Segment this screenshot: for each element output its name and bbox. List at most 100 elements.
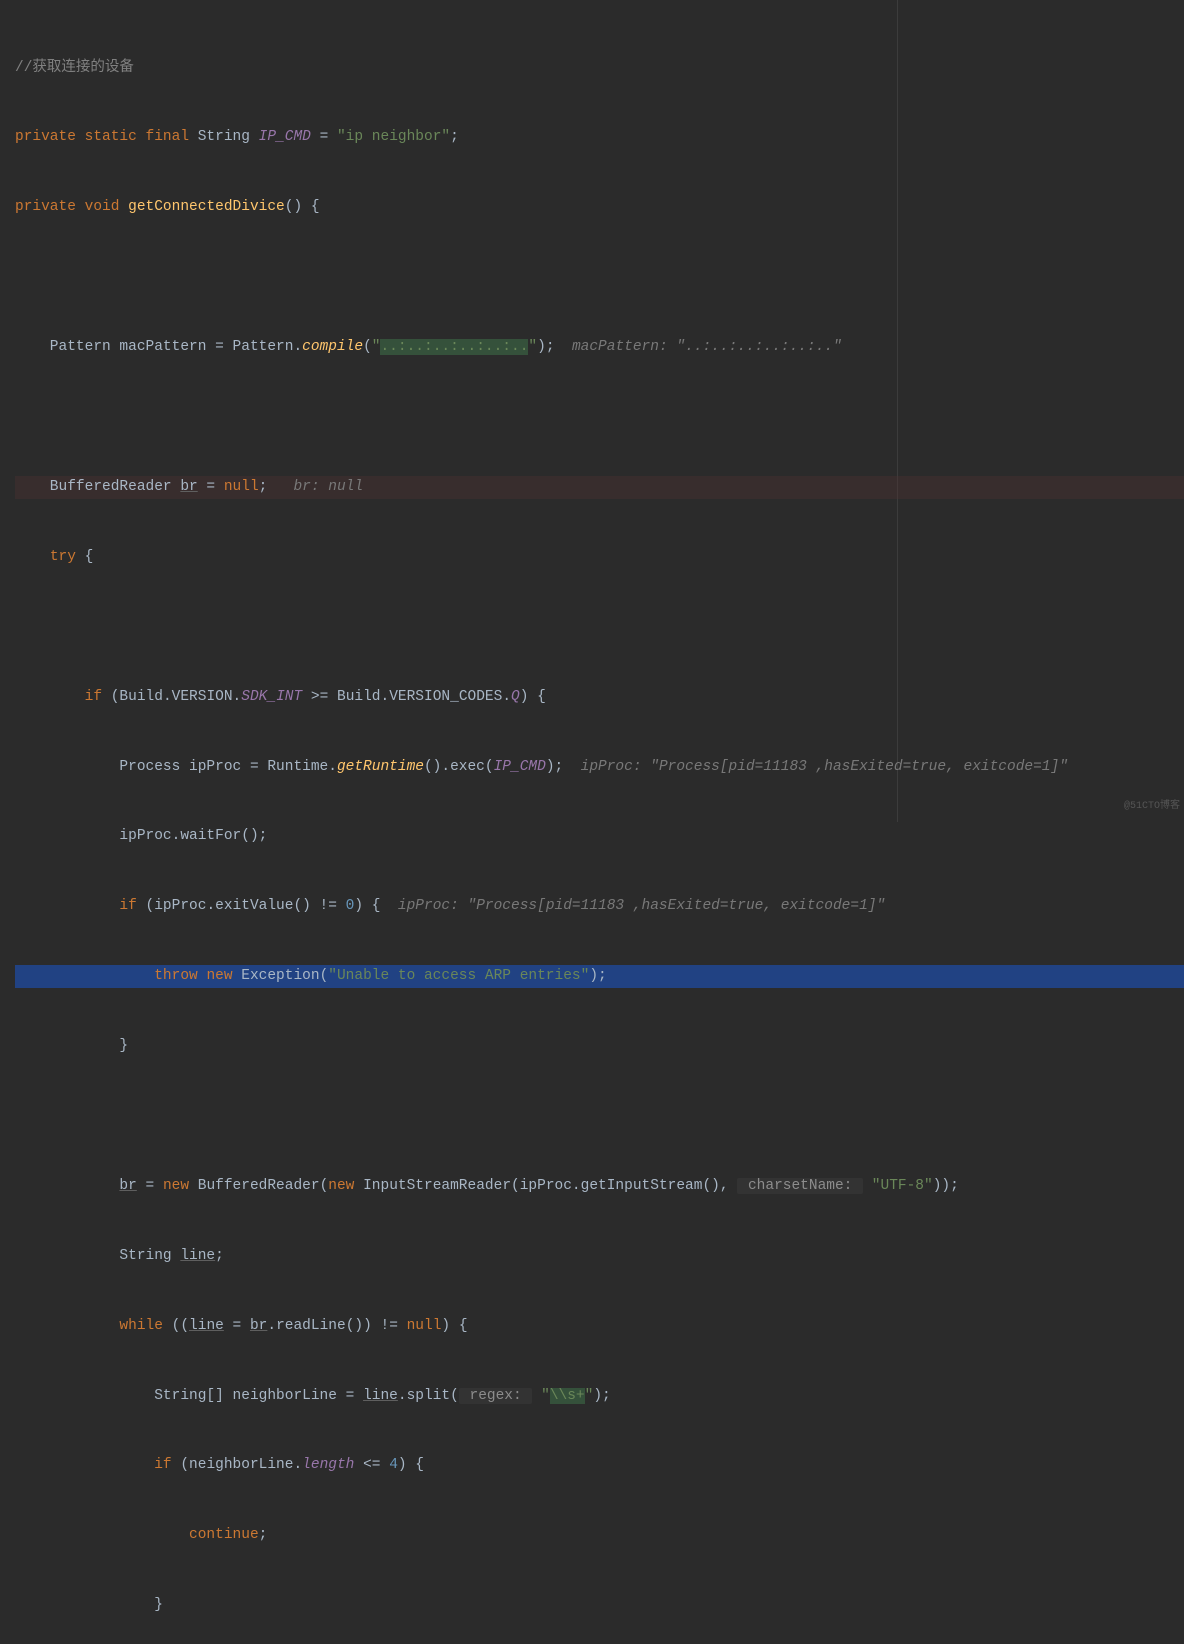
code-line[interactable]: if (neighborLine.length <= 4) { [15,1454,1184,1477]
code-token [15,898,119,914]
code-token: ( [363,339,372,355]
code-token: regex: [459,1388,533,1404]
code-token: ; [450,129,459,145]
code-line[interactable] [15,406,1184,429]
code-token: .readLine()) != [267,1318,406,1334]
code-token: br [180,479,197,495]
code-token: IP_CMD [259,129,311,145]
code-token: if [154,1457,171,1473]
code-token [15,1178,119,1194]
code-token: try [50,549,76,565]
code-token: br [250,1318,267,1334]
code-token: "Unable to access ARP entries" [328,968,589,984]
code-token: ) { [520,689,546,705]
code-token: throw new [154,968,241,984]
code-token: Process ipProc = Runtime. [15,759,337,775]
code-token: <= [354,1457,389,1473]
code-token: String [198,129,259,145]
code-token: ..:..:..:..:..:.. [380,339,528,355]
code-token: macPattern: "..:..:..:..:..:.." [572,339,842,355]
code-line[interactable]: while ((line = br.readLine()) != null) { [15,1315,1184,1338]
code-token: Q [511,689,520,705]
code-line[interactable]: Process ipProc = Runtime.getRuntime().ex… [15,756,1184,779]
code-token: String[] neighborLine = [15,1388,363,1404]
code-token: charsetName: [737,1178,863,1194]
code-token: private void [15,199,128,215]
code-token [15,689,85,705]
code-token: "UTF-8" [872,1178,933,1194]
code-token: "ip neighbor" [337,129,450,145]
code-token: ) { [398,1457,424,1473]
code-line[interactable]: BufferedReader br = null; br: null [15,476,1184,499]
code-line[interactable]: Pattern macPattern = Pattern.compile( "..… [15,336,1184,359]
code-token: compile [302,339,363,355]
code-line[interactable]: private static final String IP_CMD = "ip… [15,126,1184,149]
code-token: = [137,1178,163,1194]
code-token: continue [189,1527,259,1543]
code-token: line [189,1318,224,1334]
code-token: length [302,1457,354,1473]
code-token: } [15,1597,163,1613]
code-token: line [180,1248,215,1264]
code-token: BufferedReader( [189,1178,328,1194]
code-token [15,968,154,984]
code-line[interactable]: } [15,1594,1184,1617]
code-token: br: null [293,479,363,495]
code-line[interactable] [15,1105,1184,1128]
code-token: BufferedReader [15,479,180,495]
code-token: String [15,1248,180,1264]
code-line[interactable] [15,266,1184,289]
code-token: 4 [389,1457,398,1473]
code-token: IP_CMD [494,759,546,775]
code-token: ipProc: "Process[pid=11183 ,hasExited=tr… [581,759,1068,775]
code-line[interactable] [15,616,1184,639]
code-token [15,549,50,565]
code-token [15,1318,119,1334]
code-token: if [85,689,102,705]
code-token: = [198,479,224,495]
code-token: " [585,1388,594,1404]
code-token: " [528,339,537,355]
code-token: ; [259,1527,268,1543]
code-token: = Pattern. [206,339,302,355]
code-line[interactable]: throw new Exception("Unable to access AR… [15,965,1184,988]
code-token [532,1388,541,1404]
code-token: { [76,549,93,565]
code-line[interactable]: ipProc.waitFor(); [15,825,1184,848]
code-token: (neighborLine. [172,1457,303,1473]
code-token: (Build.VERSION. [102,689,241,705]
code-token: macPattern [119,339,206,355]
code-token: () { [285,199,320,215]
code-line[interactable]: br = new BufferedReader(new InputStreamR… [15,1175,1184,1198]
code-line[interactable]: //获取连接的设备 [15,57,1184,80]
code-token: //获取连接的设备 [15,60,134,76]
code-line[interactable]: if (ipProc.exitValue() != 0) { ipProc: "… [15,895,1184,918]
code-token: ; [259,479,294,495]
code-token: ) { [354,898,398,914]
code-token: )); [933,1178,959,1194]
code-editor[interactable]: //获取连接的设备 private static final String IP… [0,0,1184,1644]
code-token: ().exec( [424,759,494,775]
code-line[interactable]: String[] neighborLine = line.split( rege… [15,1385,1184,1408]
code-token: } [15,1038,128,1054]
code-line[interactable]: if (Build.VERSION.SDK_INT >= Build.VERSI… [15,686,1184,709]
code-token: \\s+ [550,1388,585,1404]
code-line[interactable]: private void getConnectedDivice() { [15,196,1184,219]
code-token: >= Build.VERSION_CODES. [302,689,511,705]
code-token: Exception( [241,968,328,984]
code-token: while [119,1318,163,1334]
code-token: if [119,898,136,914]
code-token: ipProc: "Process[pid=11183 ,hasExited=tr… [398,898,885,914]
code-token: (ipProc.exitValue() != [137,898,346,914]
code-line[interactable]: continue; [15,1524,1184,1547]
code-token: Pattern [15,339,119,355]
code-token: = [311,129,337,145]
code-token [863,1178,872,1194]
code-token: InputStreamReader(ipProc.getInputStream(… [354,1178,737,1194]
code-token: private static final [15,129,198,145]
code-line[interactable]: String line; [15,1245,1184,1268]
code-line[interactable]: } [15,1035,1184,1058]
code-line[interactable]: try { [15,546,1184,569]
code-token: .split( [398,1388,459,1404]
code-token: ); [546,759,581,775]
